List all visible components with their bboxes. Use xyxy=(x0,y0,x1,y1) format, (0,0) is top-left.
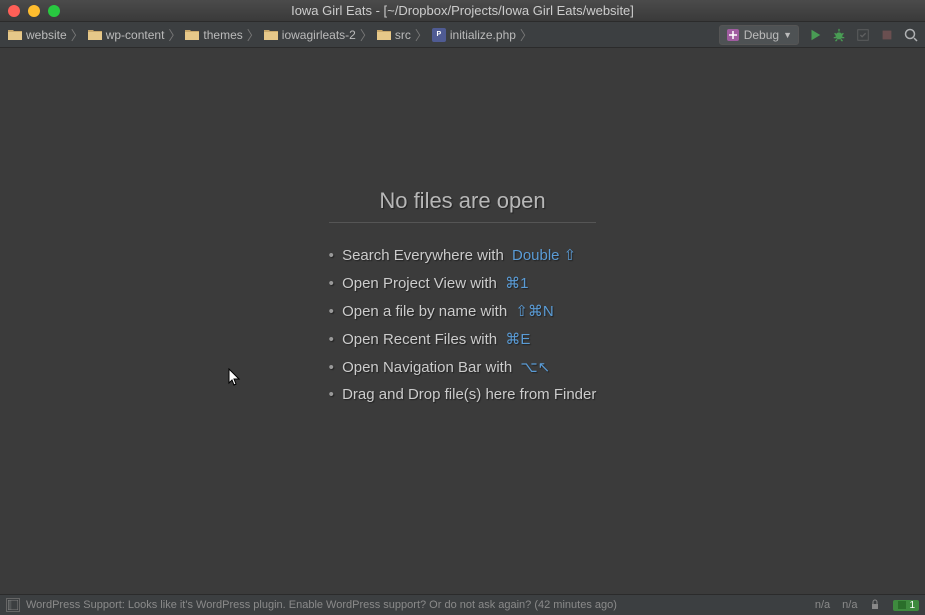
run-button[interactable] xyxy=(807,27,823,43)
breadcrumb-item-website[interactable]: website xyxy=(6,28,69,42)
debug-config-icon xyxy=(726,28,740,42)
breadcrumb-label: initialize.php xyxy=(450,28,516,42)
run-configuration-dropdown[interactable]: Debug ▼ xyxy=(719,25,799,45)
breadcrumb-item-initialize-php[interactable]: P initialize.php xyxy=(430,28,518,42)
tool-window-toggle-icon[interactable] xyxy=(6,598,20,612)
folder-icon xyxy=(377,29,391,41)
notifications-badge[interactable]: 1 xyxy=(893,600,919,611)
maximize-window-button[interactable] xyxy=(48,5,60,17)
tip-text: Open a file by name with xyxy=(342,303,507,320)
breadcrumb-label: themes xyxy=(203,28,242,42)
mouse-cursor-icon xyxy=(228,368,242,388)
window-controls xyxy=(8,5,60,17)
chevron-down-icon: ▼ xyxy=(783,30,792,40)
breadcrumb-label: website xyxy=(26,28,67,42)
tip-navigation-bar: Open Navigation Bar with ⌥↖ xyxy=(329,353,597,381)
tip-text: Open Navigation Bar with xyxy=(342,359,512,376)
breadcrumb-item-wp-content[interactable]: wp-content xyxy=(86,28,167,42)
breadcrumb-label: iowagirleats-2 xyxy=(282,28,356,42)
editor-area[interactable]: No files are open Search Everywhere with… xyxy=(0,48,925,594)
folder-icon xyxy=(8,29,22,41)
chevron-right-icon: 〉 xyxy=(520,25,533,44)
breadcrumb-label: wp-content xyxy=(106,28,165,42)
window-title: Iowa Girl Eats - [~/Dropbox/Projects/Iow… xyxy=(8,3,917,18)
chevron-right-icon: 〉 xyxy=(168,25,181,44)
breadcrumb: website 〉 wp-content 〉 themes 〉 iowagirl… xyxy=(6,25,719,44)
lock-icon[interactable] xyxy=(869,598,881,613)
coverage-button xyxy=(855,27,871,43)
status-message[interactable]: WordPress Support: Looks like it's WordP… xyxy=(26,599,617,611)
breadcrumb-item-iowagirleats-2[interactable]: iowagirleats-2 xyxy=(262,28,358,42)
breadcrumb-item-src[interactable]: src xyxy=(375,28,413,42)
tip-shortcut: ⌥↖ xyxy=(520,359,550,376)
chevron-right-icon: 〉 xyxy=(360,25,373,44)
stop-button xyxy=(879,27,895,43)
tip-recent-files: Open Recent Files with ⌘E xyxy=(329,325,597,353)
folder-icon xyxy=(264,29,278,41)
folder-icon xyxy=(88,29,102,41)
chevron-right-icon: 〉 xyxy=(71,25,84,44)
badge-count: 1 xyxy=(909,600,915,611)
navigation-toolbar: website 〉 wp-content 〉 themes 〉 iowagirl… xyxy=(0,22,925,48)
title-bar: Iowa Girl Eats - [~/Dropbox/Projects/Iow… xyxy=(0,0,925,22)
tip-text: Search Everywhere with xyxy=(342,247,504,264)
chevron-right-icon: 〉 xyxy=(415,25,428,44)
tip-text: Open Recent Files with xyxy=(342,331,497,348)
debug-button[interactable] xyxy=(831,27,847,43)
tip-shortcut: ⇧⌘N xyxy=(515,303,553,320)
run-configuration-label: Debug xyxy=(744,28,779,42)
folder-icon xyxy=(185,29,199,41)
status-indicator-1[interactable]: n/a xyxy=(815,599,830,611)
tip-open-file: Open a file by name with ⇧⌘N xyxy=(329,297,597,325)
tip-search-everywhere: Search Everywhere with Double ⇧ xyxy=(329,241,597,269)
empty-state-tips: Search Everywhere with Double ⇧ Open Pro… xyxy=(329,241,597,408)
chevron-right-icon: 〉 xyxy=(247,25,260,44)
status-bar: WordPress Support: Looks like it's WordP… xyxy=(0,594,925,615)
tip-shortcut: Double ⇧ xyxy=(512,247,576,264)
tip-text: Open Project View with xyxy=(342,275,497,292)
close-window-button[interactable] xyxy=(8,5,20,17)
minimize-window-button[interactable] xyxy=(28,5,40,17)
empty-editor-state: No files are open Search Everywhere with… xyxy=(329,188,597,408)
tip-shortcut: ⌘E xyxy=(505,331,530,348)
tip-shortcut: ⌘1 xyxy=(505,275,528,292)
status-indicator-2[interactable]: n/a xyxy=(842,599,857,611)
tip-project-view: Open Project View with ⌘1 xyxy=(329,269,597,297)
breadcrumb-item-themes[interactable]: themes xyxy=(183,28,244,42)
php-file-icon: P xyxy=(432,28,446,42)
search-everywhere-button[interactable] xyxy=(903,27,919,43)
tip-drag-drop: Drag and Drop file(s) here from Finder xyxy=(329,381,597,408)
empty-state-title: No files are open xyxy=(329,188,597,223)
breadcrumb-label: src xyxy=(395,28,411,42)
tip-text: Drag and Drop file(s) here from Finder xyxy=(342,386,596,403)
toolbar-actions: Debug ▼ xyxy=(719,25,919,45)
